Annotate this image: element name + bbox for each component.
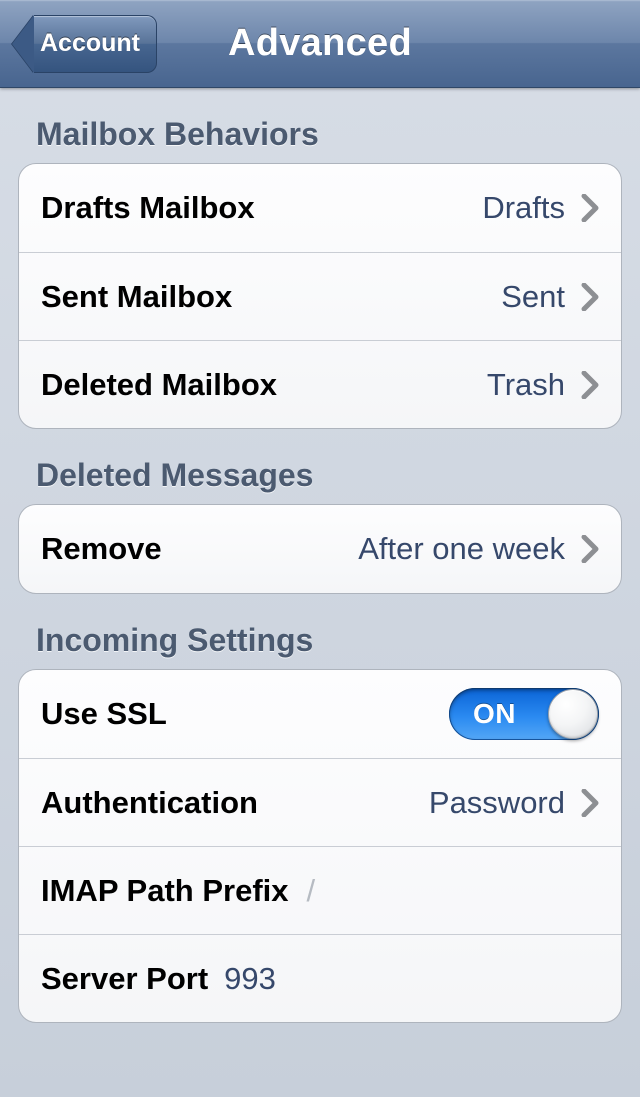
row-value: After one week [358, 531, 565, 567]
row-placeholder: / [307, 873, 316, 909]
row-value: Trash [487, 367, 565, 403]
row-value: 993 [224, 961, 276, 997]
page-title: Advanced [228, 22, 412, 65]
section-header-mailbox-behaviors: Mailbox Behaviors [0, 88, 640, 163]
back-button[interactable]: Account [12, 15, 157, 73]
row-label: Authentication [41, 785, 258, 821]
group-incoming-settings: Use SSL ON Authentication Password IMAP … [18, 669, 622, 1023]
back-button-label: Account [40, 29, 140, 58]
row-label: Use SSL [41, 696, 167, 732]
row-label: Remove [41, 531, 162, 567]
chevron-right-icon [581, 789, 599, 817]
back-chevron-icon [12, 15, 34, 73]
chevron-right-icon [581, 283, 599, 311]
chevron-right-icon [581, 371, 599, 399]
row-label: Drafts Mailbox [41, 190, 255, 226]
row-imap-path-prefix[interactable]: IMAP Path Prefix / [19, 846, 621, 934]
row-server-port[interactable]: Server Port 993 [19, 934, 621, 1022]
toggle-knob [548, 689, 598, 739]
row-label: Deleted Mailbox [41, 367, 277, 403]
row-use-ssl: Use SSL ON [19, 670, 621, 758]
chevron-right-icon [581, 535, 599, 563]
section-header-incoming-settings: Incoming Settings [0, 594, 640, 669]
group-deleted-messages: Remove After one week [18, 504, 622, 594]
row-sent-mailbox[interactable]: Sent Mailbox Sent [19, 252, 621, 340]
section-header-deleted-messages: Deleted Messages [0, 429, 640, 504]
row-value: Sent [501, 279, 565, 315]
row-remove[interactable]: Remove After one week [19, 505, 621, 593]
use-ssl-toggle[interactable]: ON [449, 688, 599, 740]
chevron-right-icon [581, 194, 599, 222]
row-drafts-mailbox[interactable]: Drafts Mailbox Drafts [19, 164, 621, 252]
row-value: Drafts [482, 190, 565, 226]
group-mailbox-behaviors: Drafts Mailbox Drafts Sent Mailbox Sent … [18, 163, 622, 429]
row-authentication[interactable]: Authentication Password [19, 758, 621, 846]
row-label: IMAP Path Prefix [41, 873, 289, 909]
row-deleted-mailbox[interactable]: Deleted Mailbox Trash [19, 340, 621, 428]
navbar: Account Advanced [0, 0, 640, 88]
row-label: Sent Mailbox [41, 279, 232, 315]
row-label: Server Port [41, 961, 208, 997]
toggle-on-label: ON [473, 698, 516, 730]
row-value: Password [429, 785, 565, 821]
